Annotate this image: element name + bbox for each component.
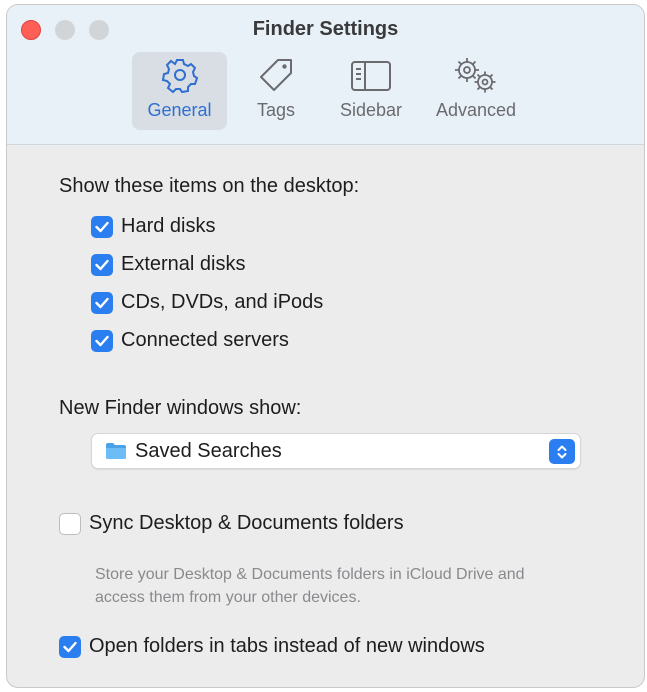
checkbox-checked[interactable]: [91, 291, 113, 314]
cds-dvds-ipods-option[interactable]: CDs, DVDs, and iPods: [91, 291, 323, 314]
folder-icon: [105, 442, 127, 460]
tab-advanced[interactable]: Advanced: [425, 52, 527, 130]
finder-settings-window: Finder Settings General Tags Sidebar Adv…: [6, 4, 645, 688]
option-label: CDs, DVDs, and iPods: [121, 291, 324, 313]
new-windows-heading: New Finder windows show:: [59, 397, 302, 419]
checkmark-icon: [95, 335, 109, 346]
checkbox-checked[interactable]: [59, 635, 81, 658]
checkmark-icon: [95, 259, 109, 270]
checkmark-icon: [63, 641, 77, 652]
tab-sidebar[interactable]: Sidebar: [331, 52, 411, 130]
toolbar: Finder Settings General Tags Sidebar Adv…: [7, 5, 644, 145]
sync-desktop-documents-option[interactable]: Sync Desktop & Documents folders: [59, 512, 404, 535]
tab-tags-label: Tags: [256, 100, 296, 120]
checkmark-icon: [95, 297, 109, 308]
checkbox-checked[interactable]: [91, 215, 113, 238]
new-windows-popup[interactable]: Saved Searches: [91, 433, 581, 469]
checkmark-icon: [95, 221, 109, 232]
chevron-updown-icon[interactable]: [549, 439, 575, 464]
checkbox-checked[interactable]: [91, 253, 113, 276]
tag-icon: [257, 52, 295, 94]
option-label: Sync Desktop & Documents folders: [89, 512, 404, 534]
sync-description: Store your Desktop & Documents folders i…: [95, 566, 525, 606]
option-label: External disks: [121, 253, 246, 275]
checkbox-unchecked[interactable]: [59, 512, 81, 535]
sidebar-icon: [350, 52, 392, 94]
tab-general-label: General: [147, 100, 212, 120]
connected-servers-option[interactable]: Connected servers: [91, 329, 289, 352]
tab-tags[interactable]: Tags: [236, 52, 316, 130]
checkbox-checked[interactable]: [91, 329, 113, 352]
option-label: Connected servers: [121, 329, 289, 351]
tab-general[interactable]: General: [132, 52, 227, 130]
desktop-items-heading: Show these items on the desktop:: [59, 175, 360, 197]
popup-value: Saved Searches: [135, 439, 282, 462]
gear-icon: [161, 52, 199, 94]
window-title: Finder Settings: [252, 18, 399, 40]
option-label: Open folders in tabs instead of new wind…: [89, 635, 485, 657]
tab-advanced-label: Advanced: [435, 100, 517, 120]
tab-sidebar-label: Sidebar: [339, 100, 403, 120]
external-disks-option[interactable]: External disks: [91, 253, 246, 276]
gears-icon: [451, 52, 501, 94]
open-folders-in-tabs-option[interactable]: Open folders in tabs instead of new wind…: [59, 635, 485, 658]
hard-disks-option[interactable]: Hard disks: [91, 215, 215, 238]
option-label: Hard disks: [121, 215, 216, 237]
